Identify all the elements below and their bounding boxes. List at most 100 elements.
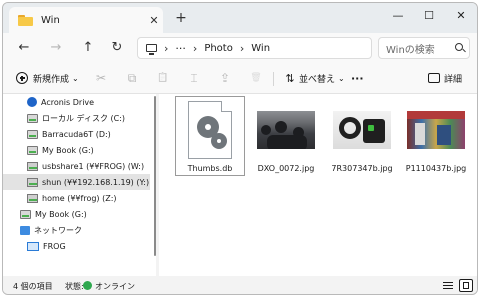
maximize-button[interactable]: ☐	[414, 7, 444, 25]
breadcrumb-separator: ›	[164, 41, 169, 55]
explorer-window: Win ✕ + — ☐ ✕ ← → ↑ ↻ › ··· › Photo › Wi…	[2, 2, 478, 295]
sidebar-item-label: home (¥¥frog) (Z:)	[42, 193, 117, 203]
status-bar: 4 個の項目 状態: オンライン	[3, 276, 477, 294]
status-label: 状態:	[65, 282, 84, 291]
sidebar-item-my-book-root[interactable]: My Book (G:)	[3, 206, 150, 222]
refresh-button[interactable]: ↻	[108, 40, 126, 56]
sidebar-item-my-book[interactable]: My Book (G:)	[3, 142, 150, 158]
sidebar-item-label: shun (¥¥192.168.1.19) (Y:)	[42, 177, 150, 187]
chevron-down-icon: ⌄	[72, 73, 79, 83]
gear-icon	[199, 118, 217, 136]
details-view-button[interactable]	[441, 279, 455, 292]
sidebar-item-frog[interactable]: FROG	[3, 238, 150, 254]
drive-icon	[27, 145, 38, 155]
navigation-pane: Acronis Drive ローカル ディスク (C:) Barracuda6T…	[3, 94, 156, 276]
sidebar-item-network[interactable]: ネットワーク	[3, 222, 150, 238]
network-drive-icon	[27, 177, 38, 187]
sidebar-item-label: Acronis Drive	[41, 97, 95, 107]
large-icons-view-button[interactable]	[459, 279, 473, 292]
online-status-icon	[83, 281, 92, 290]
file-thumbnail	[404, 97, 468, 163]
search-input[interactable]: Winの検索	[378, 37, 470, 59]
sidebar-item-local-disk[interactable]: ローカル ディスク (C:)	[3, 110, 150, 126]
cut-button[interactable]: ✂	[94, 70, 108, 86]
tab-close-icon[interactable]: ✕	[145, 14, 163, 27]
folder-icon	[18, 14, 33, 26]
navigation-bar: ← → ↑ ↻ › ··· › Photo › Win Winの検索	[3, 33, 477, 63]
plus-icon	[16, 72, 28, 84]
details-label: 詳細	[444, 74, 463, 85]
minimize-button[interactable]: —	[383, 7, 413, 25]
delete-button[interactable]: 🗑	[249, 70, 263, 86]
sort-icon: ⇅	[285, 71, 295, 85]
network-drive-icon	[27, 193, 38, 203]
details-pane-icon	[428, 73, 440, 83]
sidebar-item-usbshare1[interactable]: usbshare1 (¥¥FROG) (W:)	[3, 158, 150, 174]
file-name: Thumbs.db	[187, 164, 233, 173]
up-button[interactable]: ↑	[79, 40, 97, 56]
tab-win[interactable]: Win ✕	[9, 7, 163, 33]
file-name: P1110437b.jpg	[405, 164, 467, 173]
back-button[interactable]: ←	[15, 40, 33, 56]
forward-button[interactable]: →	[47, 40, 65, 56]
paste-icon: 📋	[157, 73, 169, 83]
computer-icon	[27, 241, 39, 251]
sidebar-item-label: FROG	[43, 241, 66, 251]
search-icon	[455, 43, 463, 51]
drive-icon	[20, 209, 31, 219]
photo-thumbnail	[333, 111, 391, 149]
file-item[interactable]: 7R307347b.jpg	[327, 97, 397, 173]
cut-icon: ✂	[95, 71, 107, 85]
paste-button[interactable]: 📋	[156, 70, 170, 86]
sidebar-item-acronis-drive[interactable]: Acronis Drive	[3, 94, 150, 110]
copy-icon: ⧉	[127, 70, 137, 85]
acronis-icon	[27, 97, 37, 107]
details-pane-button[interactable]: 詳細	[428, 70, 462, 86]
toolbar-divider	[273, 72, 274, 86]
network-icon	[20, 225, 30, 235]
file-name: 7R307347b.jpg	[331, 164, 393, 173]
breadcrumb-overflow-button[interactable]: ···	[175, 42, 186, 55]
sidebar-item-home[interactable]: home (¥¥frog) (Z:)	[3, 190, 150, 206]
trash-icon: 🗑	[250, 73, 262, 83]
new-tab-button[interactable]: +	[173, 11, 189, 25]
more-icon: ···	[351, 71, 364, 85]
file-thumbnail	[178, 97, 242, 163]
more-options-button[interactable]: ···	[351, 70, 364, 86]
file-name: DXO_0072.jpg	[257, 164, 315, 173]
sidebar-item-label: Barracuda6T (D:)	[42, 129, 111, 139]
sort-label: 並べ替え	[299, 74, 336, 85]
breadcrumb-photo[interactable]: Photo	[204, 43, 233, 54]
sidebar-item-label: ネットワーク	[34, 225, 82, 235]
file-item[interactable]: DXO_0072.jpg	[251, 97, 321, 173]
chevron-down-icon: ⌄	[338, 73, 345, 83]
new-button[interactable]: 新規作成 ⌄	[16, 70, 79, 86]
tab-title: Win	[41, 14, 60, 26]
item-count: 4 個の項目	[13, 282, 53, 291]
title-bar: Win ✕ + — ☐ ✕	[3, 3, 477, 33]
sidebar-item-shun[interactable]: shun (¥¥192.168.1.19) (Y:)	[3, 174, 150, 190]
sort-button[interactable]: ⇅ 並べ替え ⌄	[283, 70, 345, 86]
local-disk-icon	[27, 113, 38, 123]
address-bar[interactable]: › ··· › Photo › Win	[137, 37, 372, 59]
breadcrumb-win[interactable]: Win	[251, 43, 270, 54]
rename-button[interactable]: ⌶	[187, 70, 201, 86]
breadcrumb-separator: ›	[192, 41, 198, 55]
network-drive-icon	[27, 161, 38, 171]
status-value: オンライン	[95, 282, 135, 291]
share-button[interactable]: ⇪	[218, 70, 232, 86]
file-item[interactable]: Thumbs.db	[175, 97, 245, 173]
sidebar-item-barracuda[interactable]: Barracuda6T (D:)	[3, 126, 150, 142]
breadcrumb-separator: ›	[239, 41, 245, 55]
computer-icon	[146, 44, 157, 55]
file-list: Thumbs.db DXO_0072.jpg 7R307347b.jpg P11…	[159, 94, 477, 276]
photo-thumbnail	[407, 111, 465, 149]
sidebar-scrollbar[interactable]	[154, 96, 156, 256]
sidebar-item-label: ローカル ディスク (C:)	[42, 113, 126, 123]
close-button[interactable]: ✕	[446, 7, 476, 25]
share-icon: ⇪	[219, 71, 231, 85]
file-item[interactable]: P1110437b.jpg	[401, 97, 471, 173]
drive-icon	[27, 129, 38, 139]
copy-button[interactable]: ⧉	[125, 70, 139, 86]
sidebar-item-label: usbshare1 (¥¥FROG) (W:)	[42, 161, 145, 171]
